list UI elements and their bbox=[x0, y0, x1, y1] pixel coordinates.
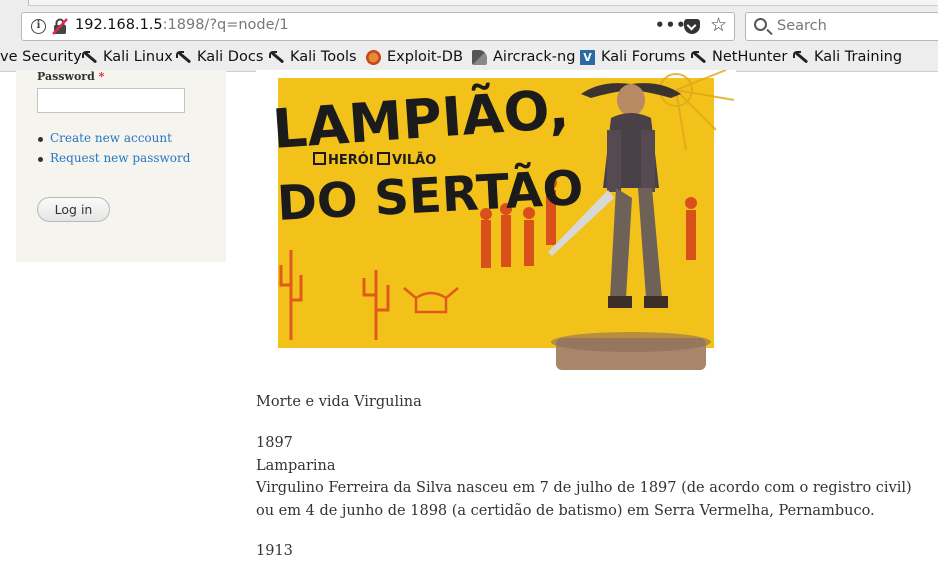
browser-toolbar: i 192.168.1.5:1898/?q=node/1 ••• ☆ Searc… bbox=[0, 0, 938, 72]
page-actions-icon[interactable]: ••• bbox=[655, 16, 687, 34]
password-field[interactable] bbox=[37, 88, 185, 113]
kali-dragon-icon bbox=[691, 50, 706, 65]
search-input[interactable]: Search bbox=[745, 12, 938, 41]
lampiao-poster-image: LAMPIÃO, HERÓI VILÃO DO SERTÃO bbox=[256, 70, 736, 370]
kali-dragon-icon bbox=[82, 50, 97, 65]
poster-option-villain: VILÃO bbox=[392, 152, 436, 168]
pocket-icon[interactable] bbox=[684, 19, 700, 34]
aircrack-icon bbox=[472, 49, 487, 65]
search-placeholder: Search bbox=[777, 18, 827, 34]
bookmark-kali-docs[interactable]: Kali Docs bbox=[176, 49, 263, 65]
article-section-1897: 1897 Lamparina Virgulino Ferreira da Sil… bbox=[256, 432, 932, 522]
bookmark-star-icon[interactable]: ☆ bbox=[710, 14, 727, 36]
article-heading: Morte e vida Virgulina bbox=[256, 394, 422, 410]
tab-strip-edge bbox=[28, 0, 938, 6]
bookmark-kali-training[interactable]: Kali Training bbox=[793, 49, 902, 65]
required-marker: * bbox=[98, 70, 105, 83]
login-links: Create new account Request new password bbox=[37, 131, 190, 171]
kali-dragon-icon bbox=[793, 50, 808, 65]
bookmark-kali-forums[interactable]: V Kali Forums bbox=[580, 49, 685, 65]
bookmark-kali-linux[interactable]: Kali Linux bbox=[82, 49, 173, 65]
request-password-link[interactable]: Request new password bbox=[37, 151, 190, 171]
poster-option-hero: HERÓI bbox=[328, 152, 374, 168]
bookmark-aircrack-ng[interactable]: Aircrack-ng bbox=[472, 49, 575, 65]
exploit-db-icon bbox=[366, 49, 381, 65]
url-bar[interactable]: i 192.168.1.5:1898/?q=node/1 ••• ☆ bbox=[21, 12, 735, 41]
login-button[interactable]: Log in bbox=[37, 197, 110, 222]
article-year: 1897 bbox=[256, 435, 293, 451]
url-text[interactable]: 192.168.1.5:1898/?q=node/1 bbox=[75, 17, 289, 33]
insecure-connection-icon[interactable] bbox=[52, 18, 68, 35]
password-label: Password * bbox=[37, 70, 105, 83]
create-account-link[interactable]: Create new account bbox=[37, 131, 190, 151]
search-icon bbox=[754, 18, 767, 31]
article-paragraph: Virgulino Ferreira da Silva nasceu em 7 … bbox=[256, 480, 912, 519]
kali-dragon-icon bbox=[269, 50, 284, 65]
site-info-icon[interactable]: i bbox=[31, 19, 46, 34]
kali-forums-icon: V bbox=[580, 49, 595, 65]
bookmark-offensive-security[interactable]: ve Security bbox=[0, 49, 82, 65]
kali-dragon-icon bbox=[176, 50, 191, 65]
bookmark-nethunter[interactable]: NetHunter bbox=[691, 49, 787, 65]
bookmark-kali-tools[interactable]: Kali Tools bbox=[269, 49, 357, 65]
article-year-1913: 1913 bbox=[256, 543, 293, 559]
bookmark-exploit-db[interactable]: Exploit-DB bbox=[366, 49, 463, 65]
article-subtitle: Lamparina bbox=[256, 457, 336, 474]
